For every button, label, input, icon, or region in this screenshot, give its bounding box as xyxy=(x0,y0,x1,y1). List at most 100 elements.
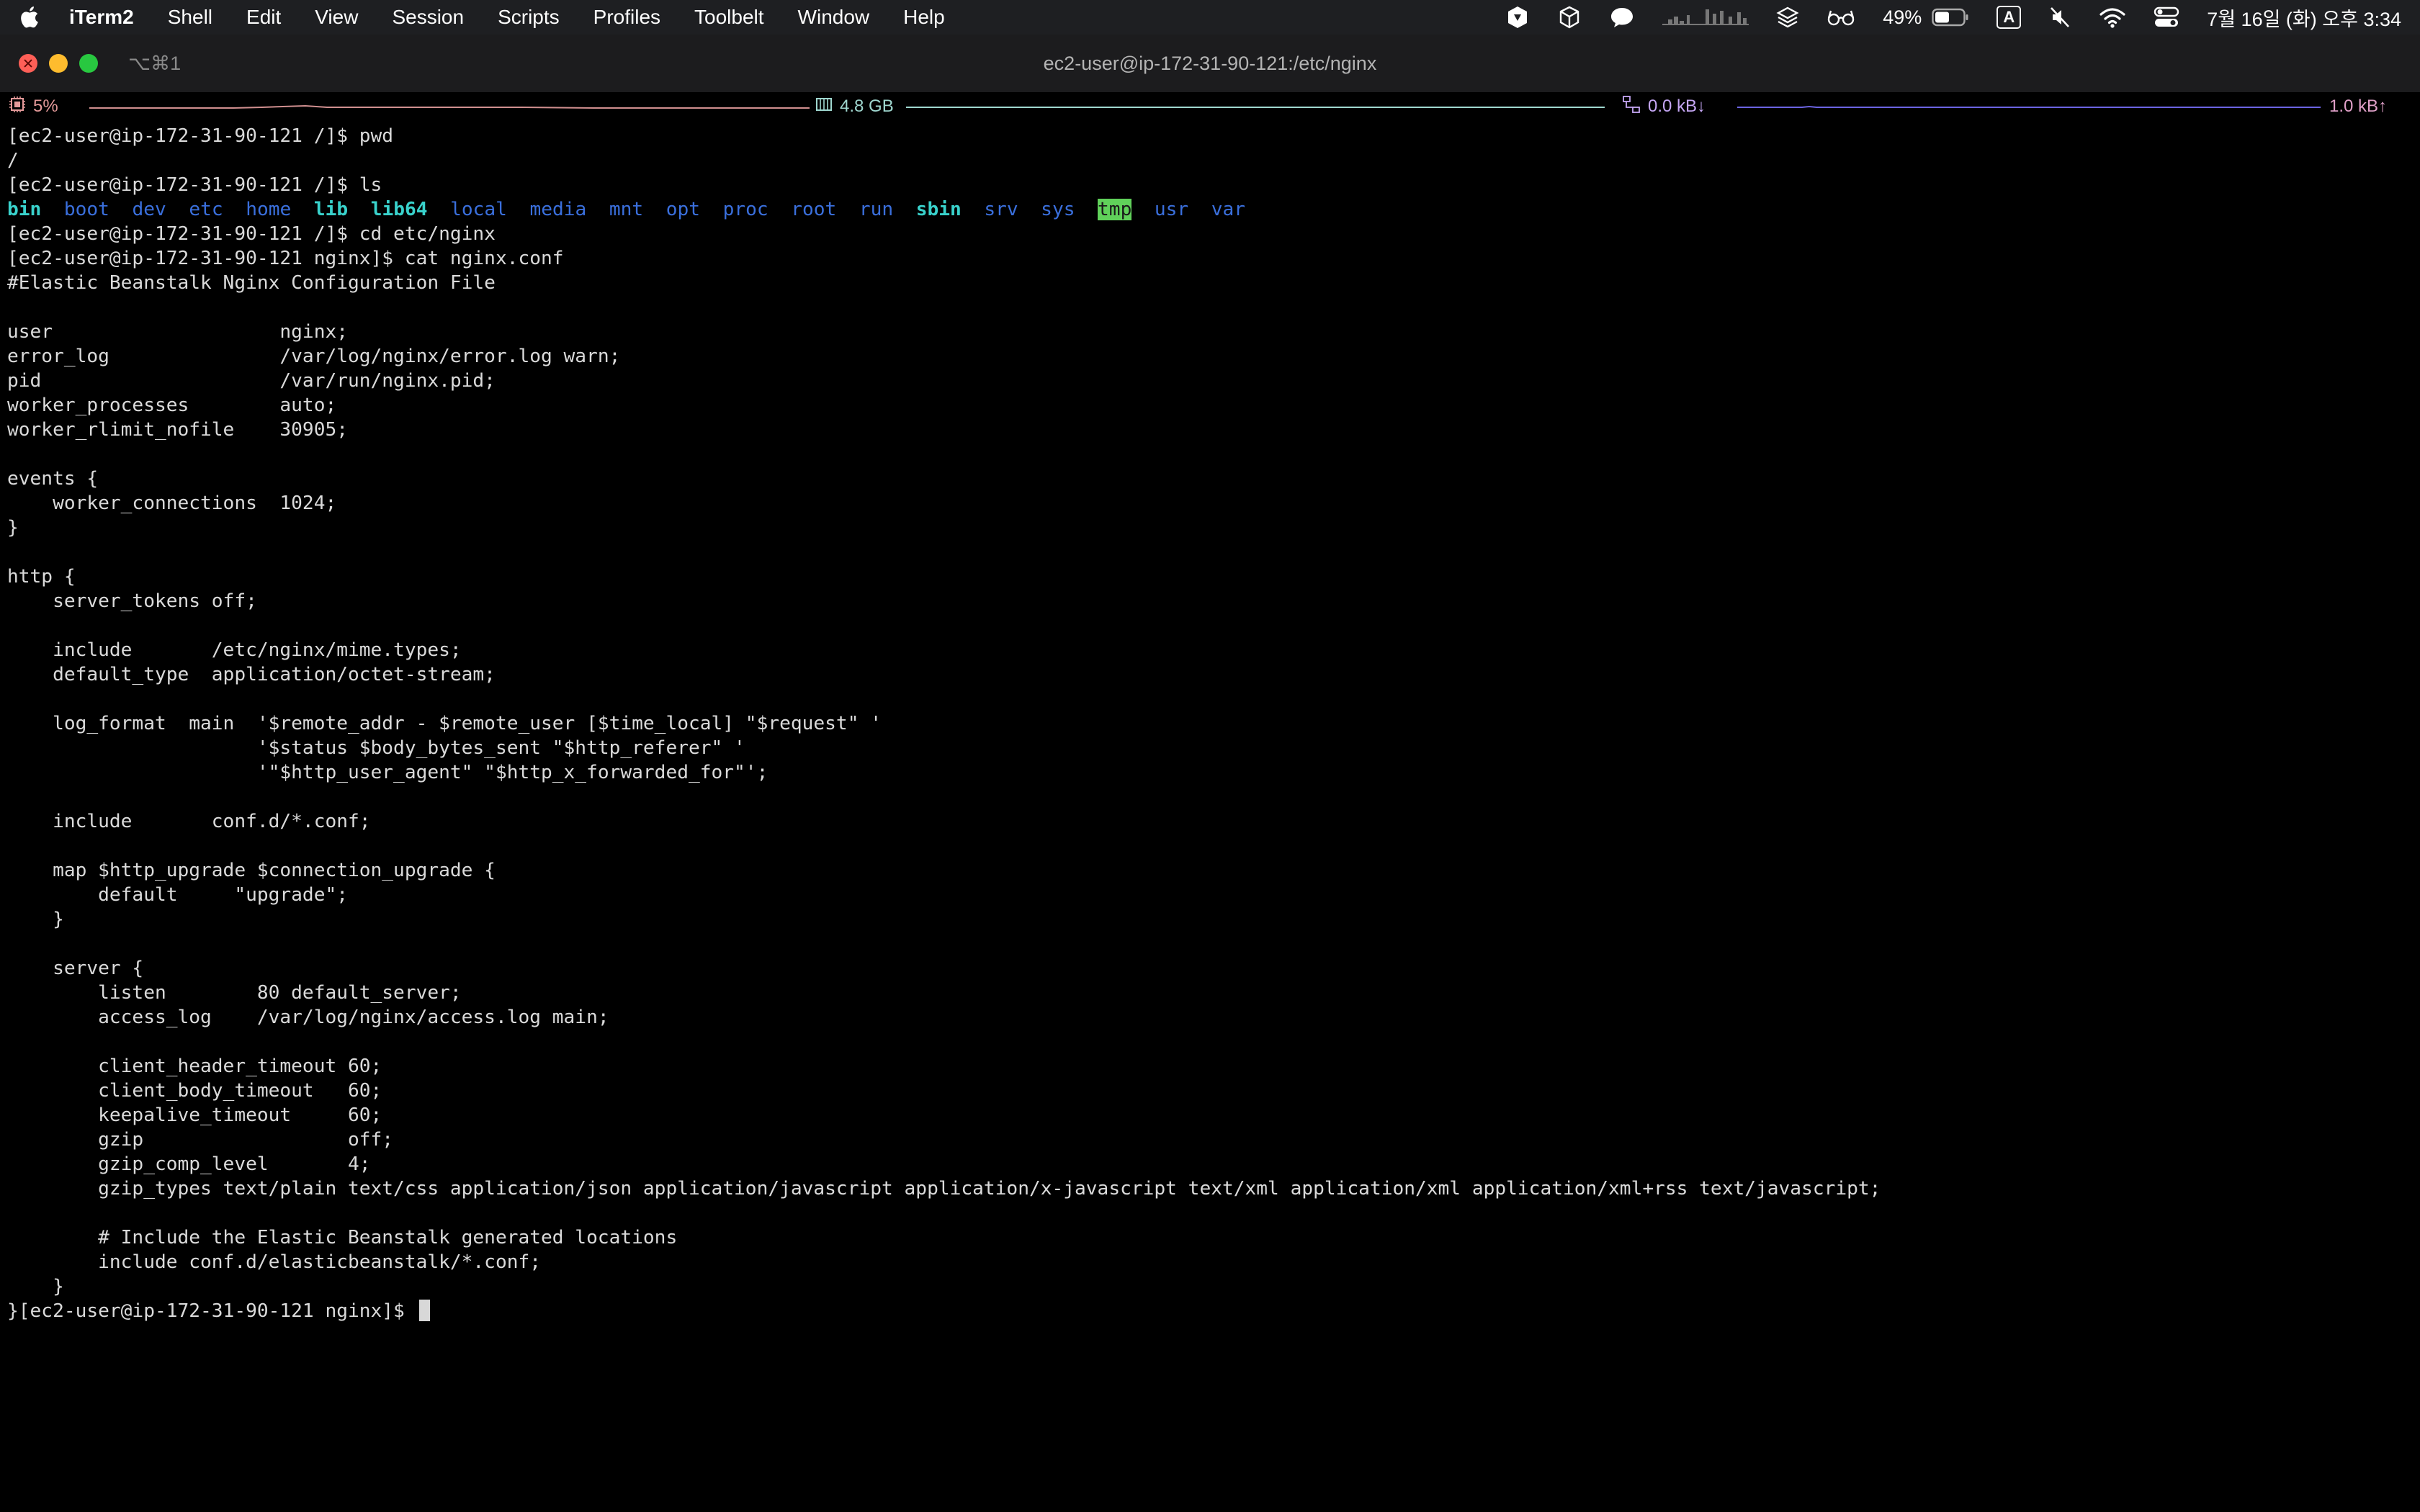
terminal-line: '"$http_user_agent" "$http_x_forwarded_f… xyxy=(7,760,2413,785)
clock[interactable]: 7월 16일 (화) 오후 3:34 xyxy=(2207,4,2401,32)
terminal-line-text: server { xyxy=(7,958,144,979)
app-extension-icon[interactable] xyxy=(1505,5,1530,30)
cpu-status[interactable]: 5% xyxy=(9,96,815,118)
ls-entry: opt xyxy=(666,199,701,220)
menu-app-name[interactable]: iTerm2 xyxy=(69,6,134,29)
terminal-line-text: gzip_comp_level 4; xyxy=(7,1153,371,1175)
terminal-output[interactable]: [ec2-user@ip-172-31-90-121 /]$ pwd / [ec2-… xyxy=(7,124,2413,1323)
menu-window[interactable]: Window xyxy=(798,6,870,29)
terminal-line-text: } xyxy=(7,909,64,930)
terminal-line: include conf.d/*.conf; xyxy=(7,809,2413,834)
menu-edit[interactable]: Edit xyxy=(246,6,281,29)
ls-entry: local xyxy=(450,199,507,220)
ls-entry: boot xyxy=(63,199,109,220)
terminal-line: # Include the Elastic Beanstalk generate… xyxy=(7,1225,2413,1250)
menu-status-area: 49% A 7월 16일 (화) 오후 3:34 xyxy=(1505,4,2401,32)
terminal-line: http { xyxy=(7,564,2413,589)
menu-session[interactable]: Session xyxy=(392,6,464,29)
layers-icon[interactable] xyxy=(1776,5,1799,30)
mute-icon[interactable] xyxy=(2048,5,2071,30)
memory-graph xyxy=(906,107,1605,108)
terminal-line-text: #Elastic Beanstalk Nginx Configuration F… xyxy=(7,272,496,294)
terminal-line-text: default "upgrade"; xyxy=(7,884,348,906)
terminal-line-text: log_format main '$remote_addr - $remote_… xyxy=(7,713,882,734)
network-up-value: 1.0 kB↑ xyxy=(2329,96,2388,116)
ls-entry: run xyxy=(859,199,894,220)
ls-entry: tmp xyxy=(1098,199,1132,220)
terminal-line: include conf.d/elasticbeanstalk/*.conf; xyxy=(7,1250,2413,1274)
terminal-line-text: worker_connections 1024; xyxy=(7,492,337,514)
terminal-line: default_type application/octet-stream; xyxy=(7,662,2413,687)
tab-shortcut-label: ⌥⌘1 xyxy=(128,52,182,74)
terminal-line-text: gzip_types text/plain text/css applicati… xyxy=(7,1178,1881,1200)
terminal-line: log_format main '$remote_addr - $remote_… xyxy=(7,711,2413,736)
terminal-line-text: error_log /var/log/nginx/error.log warn; xyxy=(7,346,621,367)
terminal-line: } xyxy=(7,1274,2413,1299)
terminal-line: }[ec2-user@ip-172-31-90-121 nginx]$ xyxy=(7,1299,2413,1323)
terminal-line-text: '$status $body_bytes_sent "$http_referer… xyxy=(7,737,745,759)
window-titlebar: ⌥⌘1 ec2-user@ip-172-31-90-121:/etc/nginx xyxy=(0,35,2420,92)
terminal-line: server { xyxy=(7,956,2413,981)
memory-status[interactable]: 4.8 GB xyxy=(815,96,1622,117)
chat-bubble-icon[interactable] xyxy=(1609,5,1635,30)
ls-output-line: bin boot dev etc home lib lib64 local me… xyxy=(7,197,2413,222)
wifi-icon[interactable] xyxy=(2099,6,2126,28)
menu-profiles[interactable]: Profiles xyxy=(593,6,660,29)
weather-graph-icon[interactable] xyxy=(1662,5,1749,30)
terminal-line-text: [ec2-user@ip-172-31-90-121 /]$ cd etc/ng… xyxy=(7,223,496,245)
input-source-indicator[interactable]: A xyxy=(1996,6,2022,29)
terminal-line: client_body_timeout 60; xyxy=(7,1079,2413,1103)
ls-entry: proc xyxy=(722,199,768,220)
terminal-line: default "upgrade"; xyxy=(7,883,2413,907)
menu-scripts[interactable]: Scripts xyxy=(498,6,560,29)
terminal-line-text: map $http_upgrade $connection_upgrade { xyxy=(7,860,496,881)
apple-menu-icon[interactable] xyxy=(19,5,40,30)
menu-help[interactable]: Help xyxy=(903,6,945,29)
memory-value: 4.8 GB xyxy=(840,96,894,116)
terminal-line-text: [ec2-user@ip-172-31-90-121 /]$ ls xyxy=(7,174,382,196)
terminal-line: access_log /var/log/nginx/access.log mai… xyxy=(7,1005,2413,1030)
terminal-line: gzip off; xyxy=(7,1128,2413,1152)
terminal-line: [ec2-user@ip-172-31-90-121 /]$ ls xyxy=(7,173,2413,197)
terminal-line: [ec2-user@ip-172-31-90-121 nginx]$ cat n… xyxy=(7,246,2413,271)
terminal-line: / xyxy=(7,148,2413,173)
terminal-line-text: gzip off; xyxy=(7,1129,394,1151)
terminal-line: map $http_upgrade $connection_upgrade { xyxy=(7,858,2413,883)
terminal-line-text: }[ec2-user@ip-172-31-90-121 nginx]$ xyxy=(7,1300,416,1322)
menu-view[interactable]: View xyxy=(315,6,358,29)
terminal-line: #Elastic Beanstalk Nginx Configuration F… xyxy=(7,271,2413,295)
network-down-value: 0.0 kB↓ xyxy=(1648,96,1706,116)
memory-icon xyxy=(815,96,833,117)
terminal-line-text: } xyxy=(7,1276,64,1297)
menu-toolbelt[interactable]: Toolbelt xyxy=(694,6,764,29)
glasses-icon[interactable] xyxy=(1827,5,1855,30)
network-graph xyxy=(1737,105,2321,108)
terminal-line: '$status $body_bytes_sent "$http_referer… xyxy=(7,736,2413,760)
zoom-window-button[interactable] xyxy=(79,54,98,73)
network-icon xyxy=(1622,95,1641,119)
battery-icon[interactable] xyxy=(1932,8,1969,27)
close-window-button[interactable] xyxy=(19,54,37,73)
ls-entry: media xyxy=(529,199,587,220)
ls-entry: usr xyxy=(1154,199,1189,220)
terminal-line: worker_processes auto; xyxy=(7,393,2413,418)
terminal-line: gzip_comp_level 4; xyxy=(7,1152,2413,1176)
menu-shell[interactable]: Shell xyxy=(168,6,212,29)
network-status[interactable]: 0.0 kB↓ 1.0 kB↑ xyxy=(1622,95,2411,119)
terminal-line-text: include conf.d/*.conf; xyxy=(7,811,371,832)
control-center-icon[interactable] xyxy=(2154,6,2179,28)
cube-icon[interactable] xyxy=(1557,5,1582,30)
cpu-value: 5% xyxy=(33,96,58,116)
minimize-window-button[interactable] xyxy=(49,54,68,73)
status-bar: 5% 4.8 GB 0.0 kB↓ 1.0 kB↑ xyxy=(0,92,2420,121)
ls-entry: dev xyxy=(132,199,166,220)
terminal-line: keepalive_timeout 60; xyxy=(7,1103,2413,1128)
